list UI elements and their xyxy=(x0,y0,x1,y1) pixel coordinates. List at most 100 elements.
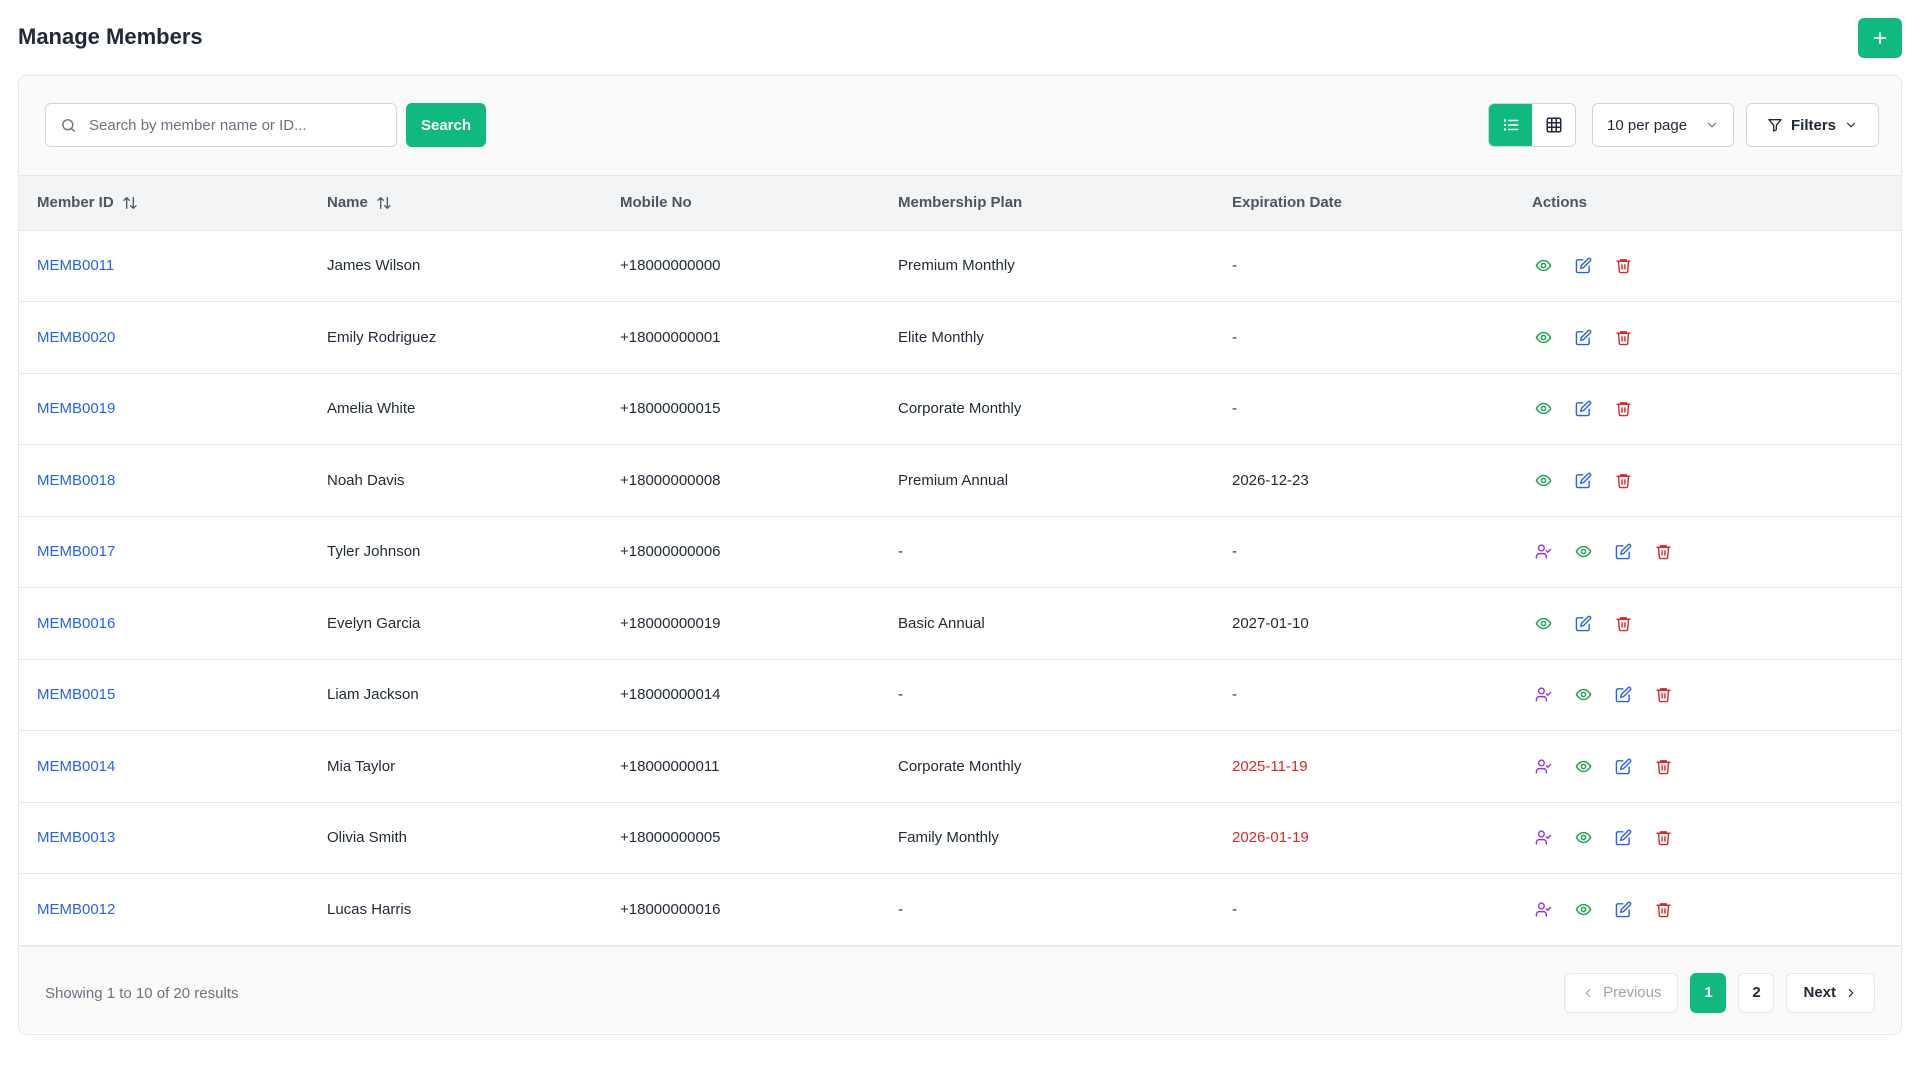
add-member-button[interactable] xyxy=(1858,18,1902,58)
view-icon[interactable] xyxy=(1572,755,1594,777)
edit-icon[interactable] xyxy=(1572,469,1594,491)
mobile-cell: +18000000011 xyxy=(620,757,720,775)
table-row: MEMB0011 James Wilson +18000000000 Premium … xyxy=(19,230,1901,302)
table-header-row: Member ID Name Mobile No Membership Plan… xyxy=(19,176,1901,231)
list-view-button[interactable] xyxy=(1489,104,1532,146)
row-actions xyxy=(1532,255,1901,277)
table-footer: Showing 1 to 10 of 20 results Previous 1… xyxy=(19,945,1901,1034)
assign-plan-icon[interactable] xyxy=(1532,755,1554,777)
delete-icon[interactable] xyxy=(1612,398,1634,420)
per-page-value: 10 per page xyxy=(1607,116,1688,134)
member-id-link[interactable]: MEMB0015 xyxy=(37,686,115,703)
view-icon[interactable] xyxy=(1572,684,1594,706)
view-icon[interactable] xyxy=(1572,898,1594,920)
filters-button[interactable]: Filters xyxy=(1746,103,1879,147)
edit-icon[interactable] xyxy=(1572,255,1594,277)
table-row: MEMB0018 Noah Davis +18000000008 Premium An… xyxy=(19,445,1901,516)
edit-icon[interactable] xyxy=(1572,398,1594,420)
table-row: MEMB0015 Liam Jackson +18000000014 - - xyxy=(19,659,1901,731)
grid-view-button[interactable] xyxy=(1532,104,1575,146)
expiration-cell: 2025-11-19 xyxy=(1232,757,1308,775)
assign-plan-icon[interactable] xyxy=(1532,684,1554,706)
member-id-link[interactable]: MEMB0016 xyxy=(37,615,115,632)
search-input[interactable] xyxy=(89,116,396,134)
delete-icon[interactable] xyxy=(1652,684,1674,706)
edit-icon[interactable] xyxy=(1612,827,1634,849)
expiration-cell: 2027-01-10 xyxy=(1232,614,1309,632)
member-id-link[interactable]: MEMB0014 xyxy=(37,758,115,775)
previous-page-button[interactable]: Previous xyxy=(1564,972,1679,1013)
column-header-name[interactable]: Name xyxy=(309,176,602,231)
plan-cell: - xyxy=(898,543,903,561)
actions-cell xyxy=(1514,802,1901,874)
member-id-link[interactable]: MEMB0011 xyxy=(37,257,114,274)
delete-icon[interactable] xyxy=(1652,898,1674,920)
per-page-select[interactable]: 10 per page xyxy=(1592,103,1734,147)
page-title: Manage Members xyxy=(18,24,203,49)
member-id-cell: MEMB0020 xyxy=(19,302,309,374)
actions-cell xyxy=(1514,659,1901,731)
member-id-link[interactable]: MEMB0017 xyxy=(37,543,115,560)
member-id-cell: MEMB0019 xyxy=(19,373,309,445)
expiration-cell: - xyxy=(1232,400,1237,418)
delete-icon[interactable] xyxy=(1612,612,1634,634)
plan-cell: Family Monthly xyxy=(898,829,999,847)
view-icon[interactable] xyxy=(1532,612,1554,634)
edit-icon[interactable] xyxy=(1612,898,1634,920)
view-icon[interactable] xyxy=(1532,398,1554,420)
view-icon[interactable] xyxy=(1572,827,1594,849)
row-actions xyxy=(1532,326,1901,348)
next-page-button[interactable]: Next xyxy=(1786,972,1875,1013)
mobile-cell: +18000000014 xyxy=(620,686,721,704)
plus-icon xyxy=(1873,31,1887,45)
page-button-1[interactable]: 1 xyxy=(1690,972,1727,1013)
name-cell: Evelyn Garcia xyxy=(327,614,421,632)
view-icon[interactable] xyxy=(1532,255,1554,277)
assign-plan-icon[interactable] xyxy=(1532,541,1554,563)
member-id-link[interactable]: MEMB0018 xyxy=(37,472,115,489)
name-cell: Liam Jackson xyxy=(327,686,419,704)
column-header-plan: Membership Plan xyxy=(880,176,1214,231)
view-icon[interactable] xyxy=(1532,326,1554,348)
delete-icon[interactable] xyxy=(1652,755,1674,777)
plan-cell: Corporate Monthly xyxy=(898,757,1022,775)
table-row: MEMB0020 Emily Rodriguez +18000000001 Elite… xyxy=(19,302,1901,374)
manage-members-page: Manage Members Search 10 xyxy=(0,0,1920,1080)
edit-icon[interactable] xyxy=(1612,684,1634,706)
assign-plan-icon[interactable] xyxy=(1532,898,1554,920)
member-id-cell: MEMB0012 xyxy=(19,874,309,946)
member-id-cell: MEMB0015 xyxy=(19,659,309,731)
view-icon[interactable] xyxy=(1532,469,1554,491)
expiration-cell: - xyxy=(1232,328,1237,346)
mobile-cell: +18000000005 xyxy=(620,829,721,847)
delete-icon[interactable] xyxy=(1612,469,1634,491)
column-header-member-id[interactable]: Member ID xyxy=(19,176,309,231)
member-id-link[interactable]: MEMB0013 xyxy=(37,829,115,846)
delete-icon[interactable] xyxy=(1612,255,1634,277)
member-id-link[interactable]: MEMB0020 xyxy=(37,329,115,346)
member-id-link[interactable]: MEMB0019 xyxy=(37,400,115,417)
delete-icon[interactable] xyxy=(1652,827,1674,849)
edit-icon[interactable] xyxy=(1572,326,1594,348)
filter-icon xyxy=(1768,119,1782,132)
member-id-link[interactable]: MEMB0012 xyxy=(37,901,115,918)
assign-plan-icon[interactable] xyxy=(1532,827,1554,849)
edit-icon[interactable] xyxy=(1572,612,1594,634)
sort-icon[interactable] xyxy=(122,195,138,211)
search-box[interactable] xyxy=(45,103,397,147)
edit-icon[interactable] xyxy=(1612,541,1634,563)
expiration-cell: 2026-01-19 xyxy=(1232,829,1309,847)
plan-cell: - xyxy=(898,686,903,704)
search-button[interactable]: Search xyxy=(406,103,486,147)
view-icon[interactable] xyxy=(1572,541,1594,563)
page-button-2[interactable]: 2 xyxy=(1738,972,1775,1013)
edit-icon[interactable] xyxy=(1612,755,1634,777)
member-id-cell: MEMB0014 xyxy=(19,731,309,803)
sort-icon[interactable] xyxy=(376,195,392,211)
table-row: MEMB0014 Mia Taylor +18000000011 Corporate … xyxy=(19,731,1901,803)
name-cell: Amelia White xyxy=(327,400,416,418)
delete-icon[interactable] xyxy=(1652,541,1674,563)
delete-icon[interactable] xyxy=(1612,326,1634,348)
name-cell: James Wilson xyxy=(327,257,421,275)
chevron-down-icon xyxy=(1846,122,1856,128)
